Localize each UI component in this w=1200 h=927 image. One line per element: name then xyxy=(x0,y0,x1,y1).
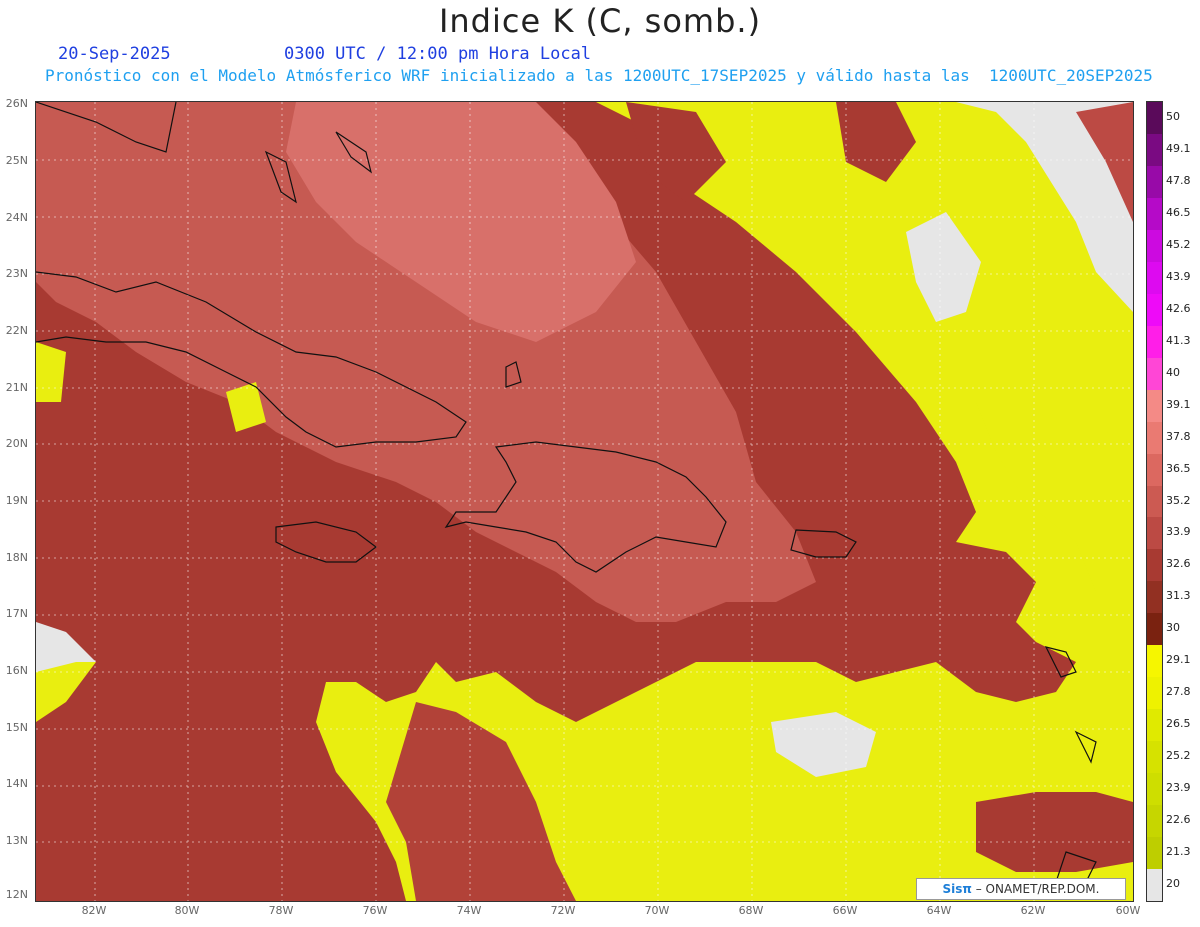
lat-label: 22N xyxy=(5,324,28,337)
map-panel xyxy=(35,101,1134,902)
legend-swatch xyxy=(1147,677,1162,710)
legend-label: 32.6 xyxy=(1166,557,1191,571)
legend-label: 37.8 xyxy=(1166,429,1191,443)
legend-label: 23.9 xyxy=(1166,781,1191,795)
lon-label: 60W xyxy=(1115,904,1141,917)
lat-label: 12N xyxy=(5,888,28,901)
legend-label: 36.5 xyxy=(1166,461,1191,475)
forecast-time: 0300 UTC / 12:00 pm Hora Local xyxy=(284,44,592,64)
legend-label: 21.3 xyxy=(1166,845,1191,859)
lat-label: 16N xyxy=(5,664,28,677)
lat-label: 14N xyxy=(5,777,28,790)
lat-label: 25N xyxy=(5,154,28,167)
legend-swatch xyxy=(1147,102,1162,135)
forecast-date: 20-Sep-2025 xyxy=(58,44,171,64)
lat-label: 26N xyxy=(5,97,28,110)
legend-swatch xyxy=(1147,325,1162,359)
legend-label: 20 xyxy=(1166,877,1180,891)
lon-label: 82W xyxy=(81,904,107,917)
legend-label: 27.8 xyxy=(1166,685,1191,699)
legend-label: 45.2 xyxy=(1166,237,1191,251)
legend-label: 49.1 xyxy=(1166,141,1191,155)
legend-swatch xyxy=(1147,485,1162,518)
legend-swatch xyxy=(1147,869,1162,902)
legend-label: 39.1 xyxy=(1166,397,1191,411)
legend-swatch xyxy=(1147,741,1162,774)
field-high-se xyxy=(976,792,1133,872)
legend-label: 29.1 xyxy=(1166,653,1191,667)
legend-label: 25.2 xyxy=(1166,749,1191,763)
credit-org: – ONAMET/REP.DOM. xyxy=(971,882,1100,896)
legend-swatch xyxy=(1147,709,1162,742)
lon-label: 70W xyxy=(644,904,670,917)
lat-label: 24N xyxy=(5,211,28,224)
lat-label: 23N xyxy=(5,267,28,280)
model-info: Pronóstico con el Modelo Atmósferico WRF… xyxy=(45,66,1153,85)
legend-swatch xyxy=(1147,197,1162,231)
legend-swatch xyxy=(1147,357,1162,391)
legend-swatch xyxy=(1147,613,1162,646)
legend-label: 40 xyxy=(1166,365,1180,379)
lon-label: 62W xyxy=(1020,904,1046,917)
legend-swatch xyxy=(1147,773,1162,806)
legend-label: 22.6 xyxy=(1166,813,1191,827)
lat-label: 19N xyxy=(5,494,28,507)
lon-label: 66W xyxy=(832,904,858,917)
lon-label: 80W xyxy=(174,904,200,917)
legend-swatch xyxy=(1147,133,1162,167)
legend-swatch xyxy=(1147,453,1162,486)
legend-label: 46.5 xyxy=(1166,205,1191,219)
lon-label: 68W xyxy=(738,904,764,917)
legend-label: 30 xyxy=(1166,621,1180,635)
legend-label: 41.3 xyxy=(1166,333,1191,347)
legend-label: 31.3 xyxy=(1166,589,1191,603)
legend-label: 26.5 xyxy=(1166,717,1191,731)
legend-swatch xyxy=(1147,517,1162,550)
legend-swatch xyxy=(1147,421,1162,455)
legend-swatch xyxy=(1147,549,1162,582)
color-legend xyxy=(1146,101,1163,902)
lat-label: 15N xyxy=(5,721,28,734)
credit-brand: Sisπ xyxy=(942,882,972,896)
legend-swatch xyxy=(1147,261,1162,295)
lon-label: 64W xyxy=(926,904,952,917)
lat-label: 20N xyxy=(5,437,28,450)
credit-box: Sisπ – ONAMET/REP.DOM. xyxy=(916,878,1126,900)
legend-label: 42.6 xyxy=(1166,301,1191,315)
legend-swatch xyxy=(1147,581,1162,614)
lon-label: 72W xyxy=(550,904,576,917)
legend-swatch xyxy=(1147,165,1162,199)
legend-label: 47.8 xyxy=(1166,173,1191,187)
lon-label: 78W xyxy=(268,904,294,917)
lat-label: 17N xyxy=(5,607,28,620)
legend-label: 50 xyxy=(1166,109,1180,123)
lon-label: 74W xyxy=(456,904,482,917)
chart-title: Indice K (C, somb.) xyxy=(438,2,762,40)
legend-swatch xyxy=(1147,389,1162,423)
legend-swatch xyxy=(1147,645,1162,678)
legend-swatch xyxy=(1147,837,1162,870)
lon-label: 76W xyxy=(362,904,388,917)
legend-swatch xyxy=(1147,229,1162,263)
legend-swatch xyxy=(1147,293,1162,327)
k-index-map xyxy=(36,102,1133,901)
lat-label: 18N xyxy=(5,551,28,564)
legend-swatch xyxy=(1147,805,1162,838)
field-low-w xyxy=(36,342,66,402)
lat-label: 13N xyxy=(5,834,28,847)
lat-label: 21N xyxy=(5,381,28,394)
legend-label: 35.2 xyxy=(1166,493,1191,507)
legend-label: 33.9 xyxy=(1166,525,1191,539)
legend-label: 43.9 xyxy=(1166,269,1191,283)
